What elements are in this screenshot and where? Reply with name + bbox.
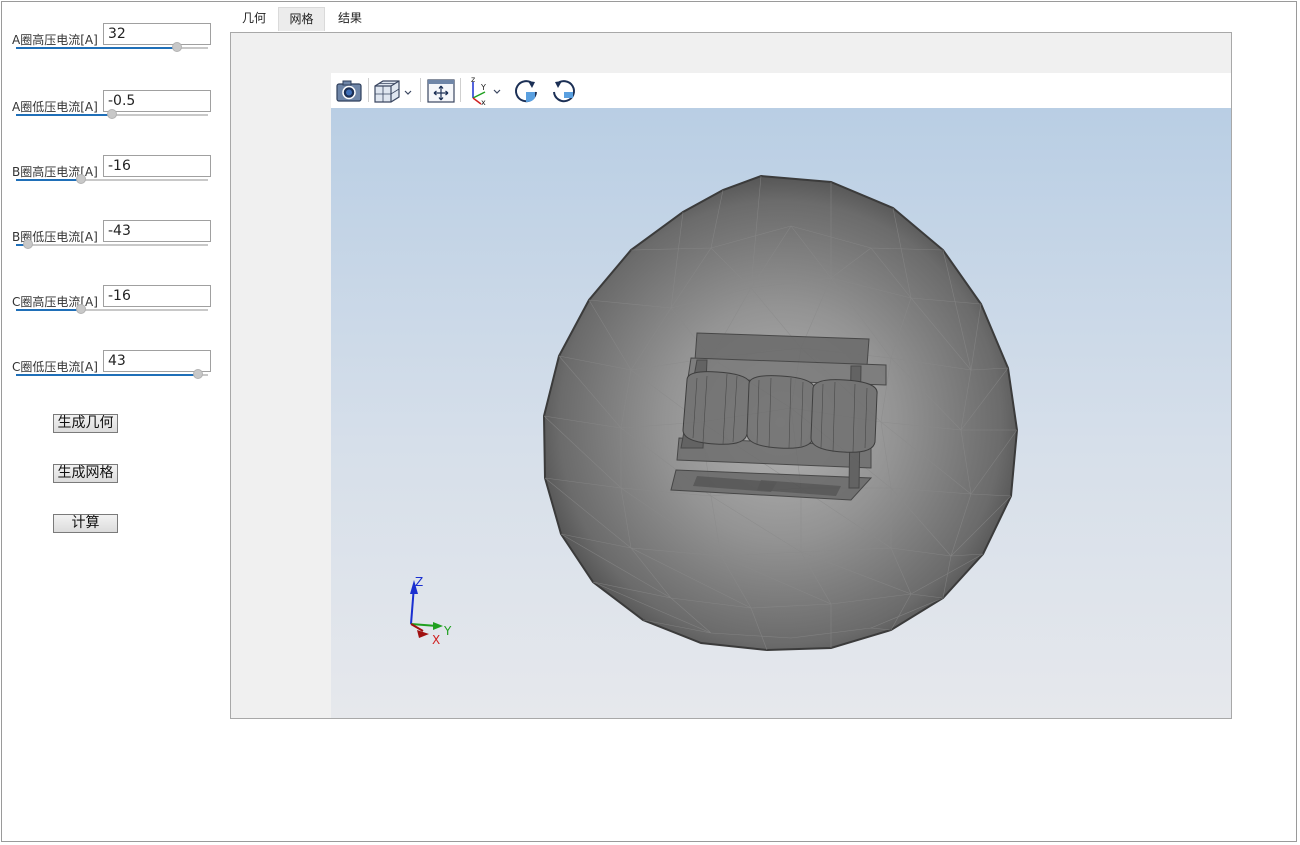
- generate-mesh-button[interactable]: 生成网格: [53, 464, 118, 483]
- slider-fill: [16, 309, 82, 311]
- slider-thumb[interactable]: [107, 109, 117, 119]
- b-high-current-input[interactable]: [103, 155, 211, 177]
- c-low-current-slider[interactable]: [16, 369, 208, 379]
- slider-thumb[interactable]: [172, 42, 183, 52]
- c-high-current-input[interactable]: [103, 285, 211, 307]
- svg-text:x: x: [481, 98, 486, 106]
- a-low-current-slider[interactable]: [16, 109, 208, 119]
- param-a-low-current: A圈低压电流[A]: [0, 90, 225, 150]
- param-b-high-current: B圈高压电流[A]: [0, 155, 225, 215]
- tab-label: 网格: [289, 12, 314, 26]
- b-low-current-input[interactable]: [103, 220, 211, 242]
- param-b-low-current: B圈低压电流[A]: [0, 220, 225, 280]
- axis-triad: Z Y X: [410, 575, 452, 647]
- camera-icon[interactable]: [334, 76, 364, 106]
- svg-text:z: z: [471, 76, 475, 84]
- slider-fill: [16, 114, 112, 116]
- param-c-low-current: C圈低压电流[A]: [0, 350, 225, 410]
- tab-label: 几何: [241, 11, 266, 25]
- b-low-current-slider[interactable]: [16, 239, 208, 249]
- slider-fill: [16, 179, 82, 181]
- b-high-current-slider[interactable]: [16, 174, 208, 184]
- slider-fill: [16, 374, 199, 376]
- axis-z-label: Z: [415, 575, 423, 589]
- param-a-high-current: A圈高压电流[A]: [0, 23, 225, 83]
- axes-orientation-icon[interactable]: z Y x: [465, 75, 505, 107]
- a-high-current-input[interactable]: [103, 23, 211, 45]
- slider-fill: [16, 47, 178, 49]
- transformer-mesh: [670, 332, 887, 501]
- fit-all-icon[interactable]: [426, 76, 456, 106]
- rotate-ccw-icon[interactable]: [549, 76, 579, 106]
- param-label: A圈低压电流[A]: [12, 100, 98, 114]
- generate-geometry-button[interactable]: 生成几何: [53, 414, 118, 433]
- param-c-high-current: C圈高压电流[A]: [0, 285, 225, 345]
- view-cube-icon[interactable]: [371, 76, 415, 106]
- c-high-current-slider[interactable]: [16, 304, 208, 314]
- 3d-viewport[interactable]: Z Y X: [331, 108, 1231, 718]
- svg-text:Y: Y: [480, 83, 486, 92]
- tab-results[interactable]: 结果: [326, 7, 374, 31]
- param-label: A圈高压电流[A]: [12, 33, 98, 47]
- param-label: C圈低压电流[A]: [12, 360, 98, 374]
- rotate-cw-icon[interactable]: [511, 76, 541, 106]
- tab-label: 结果: [337, 11, 362, 25]
- slider-thumb[interactable]: [22, 239, 33, 249]
- tab-geometry[interactable]: 几何: [231, 7, 277, 31]
- toolbar-separator: [368, 78, 369, 102]
- axis-x-label: X: [432, 633, 440, 647]
- slider-thumb[interactable]: [193, 369, 204, 379]
- toolbar-separator: [420, 78, 421, 102]
- slider-thumb[interactable]: [76, 174, 87, 184]
- toolbar-separator: [460, 78, 461, 102]
- viewer-toolbar: z Y x: [331, 73, 1231, 108]
- a-high-current-slider[interactable]: [16, 42, 208, 52]
- compute-button[interactable]: 计算: [53, 514, 118, 533]
- tab-mesh[interactable]: 网格: [278, 7, 325, 31]
- slider-thumb[interactable]: [76, 304, 87, 314]
- a-low-current-input[interactable]: [103, 90, 211, 112]
- axis-y-label: Y: [443, 624, 452, 638]
